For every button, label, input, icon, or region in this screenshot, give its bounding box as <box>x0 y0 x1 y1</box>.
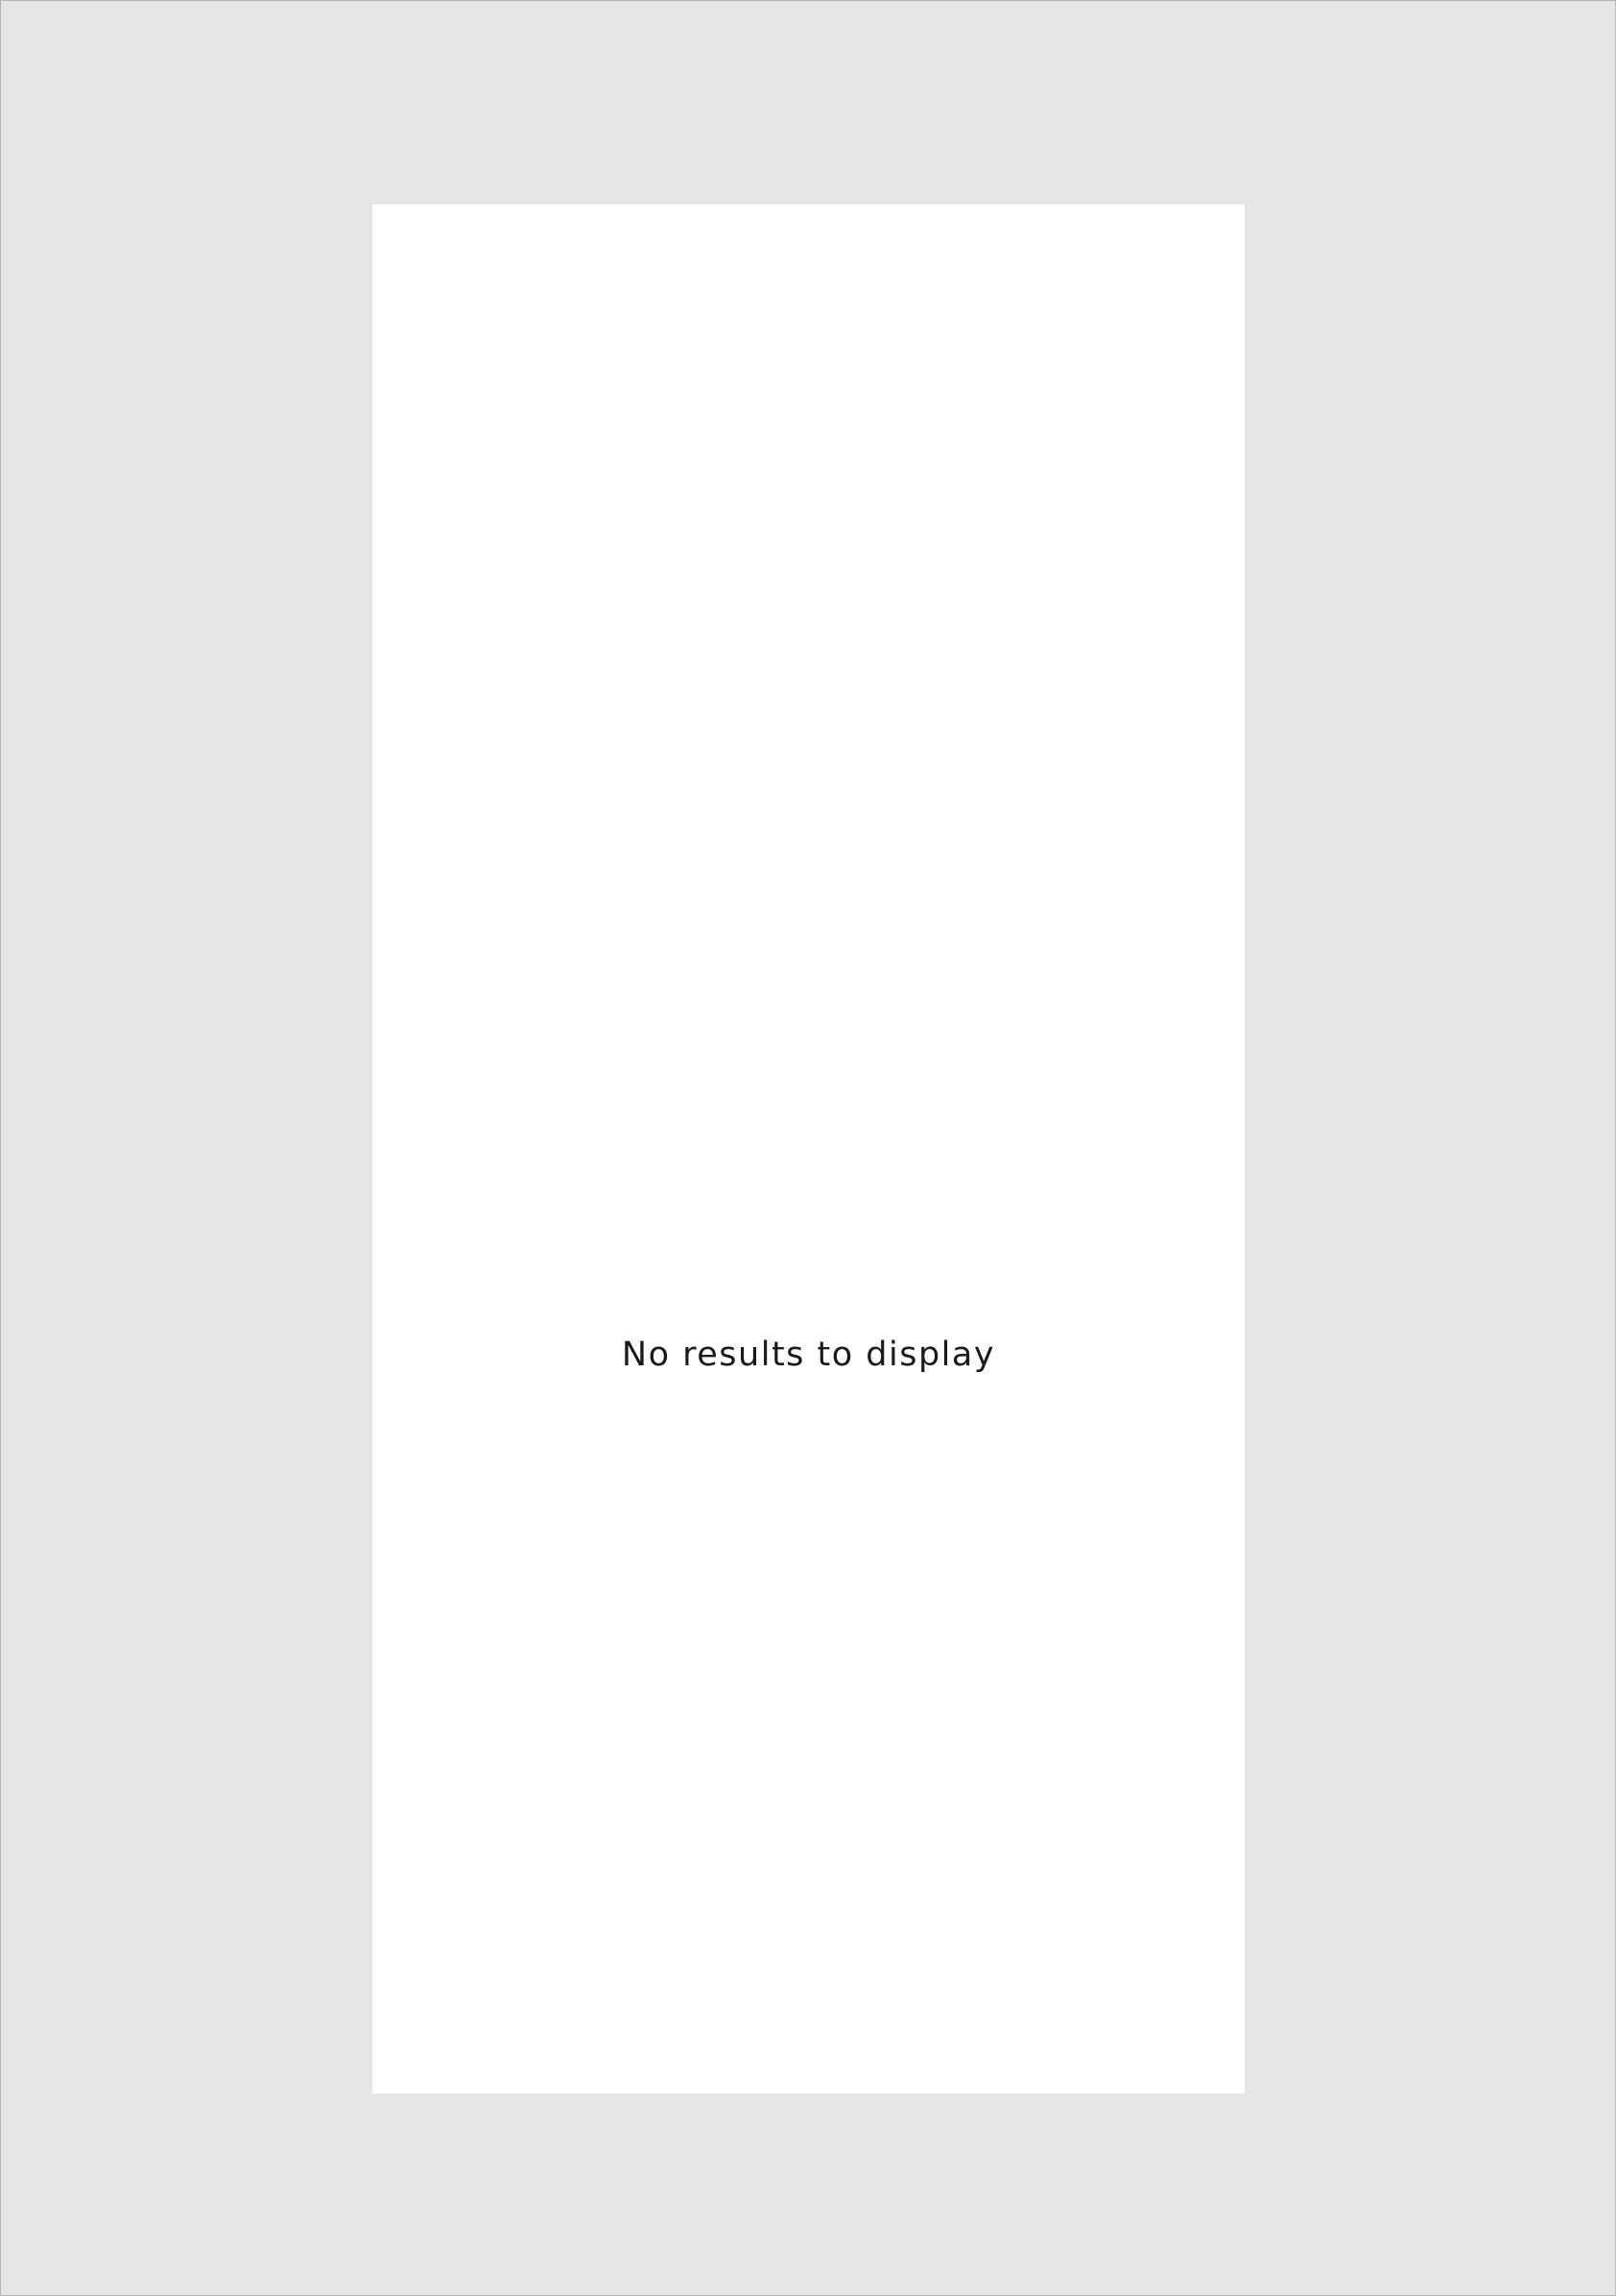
app-viewport: No results to display <box>0 0 1616 2296</box>
empty-results-message: No results to display <box>621 1336 996 1374</box>
results-panel: No results to display <box>372 204 1245 2094</box>
